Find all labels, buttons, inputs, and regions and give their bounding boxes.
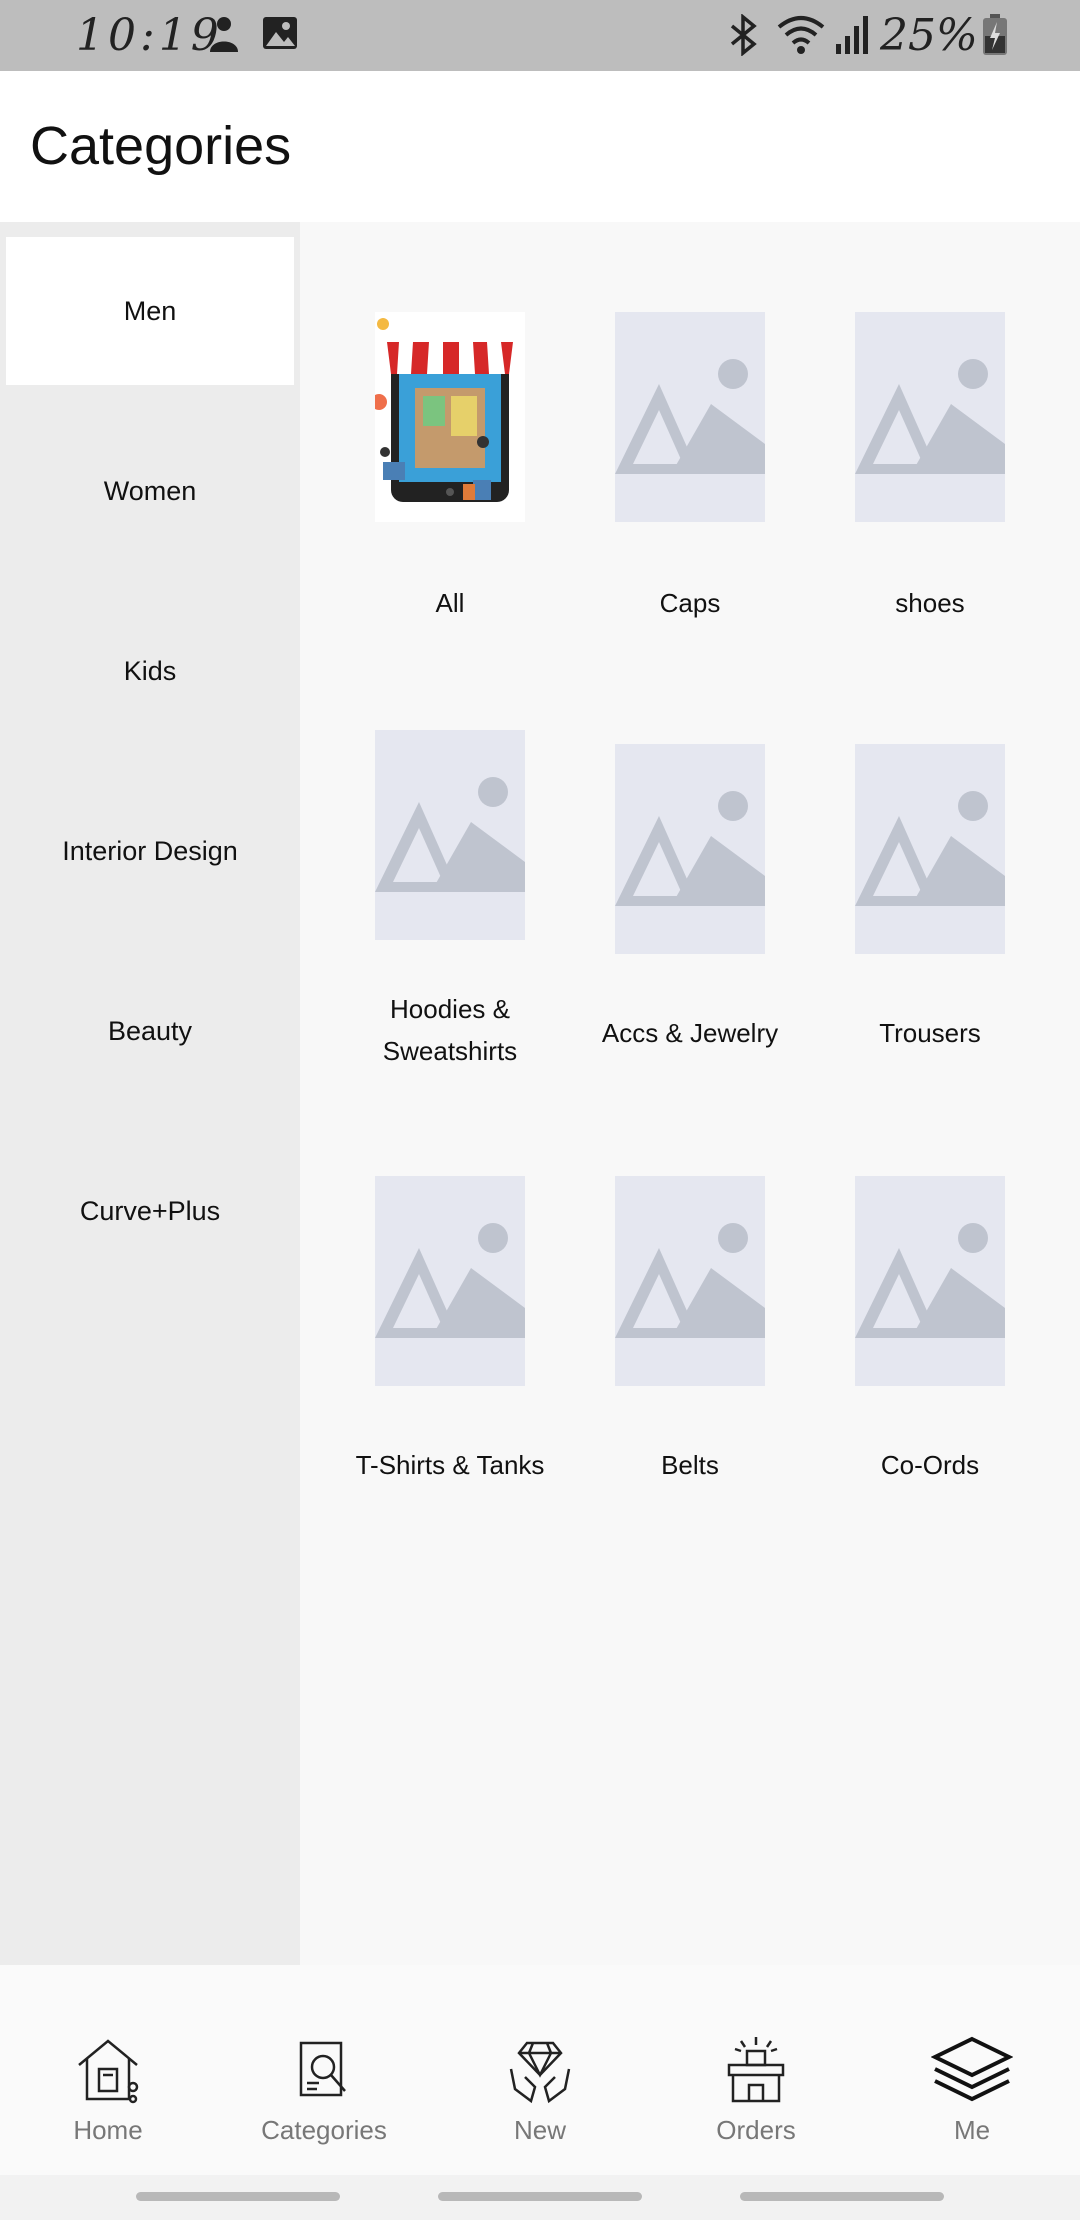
sidebar-item-beauty[interactable]: Beauty — [6, 957, 294, 1105]
signal-icon — [834, 14, 870, 61]
page-title: Categories — [30, 116, 292, 176]
category-grid: All Caps shoes Hoodies & Sweatshirts Acc… — [300, 222, 1080, 1965]
gesture-pill[interactable] — [740, 2192, 944, 2201]
category-sidebar: Men Women Kids Interior Design Beauty Cu… — [0, 222, 300, 1965]
placeholder-image-icon — [615, 744, 765, 954]
sidebar-item-label: Men — [123, 295, 177, 326]
category-tile-caps[interactable]: Caps — [570, 222, 810, 642]
nav-label: Orders — [716, 2115, 796, 2145]
category-label: Accs & Jewelry — [601, 1018, 779, 1048]
category-tile-hoodies-sweatshirts[interactable]: Hoodies & Sweatshirts — [330, 642, 570, 1082]
category-label: shoes — [895, 588, 965, 618]
category-label: T-Shirts & Tanks — [355, 1450, 545, 1480]
sidebar-item-label: Women — [103, 475, 197, 506]
nav-label: Me — [953, 2115, 991, 2145]
sidebar-item-label: Kids — [123, 655, 177, 686]
person-notification-icon — [206, 14, 242, 59]
category-tile-shoes[interactable]: shoes — [810, 222, 1050, 642]
sidebar-item-interior-design[interactable]: Interior Design — [6, 777, 294, 925]
sidebar-item-label: Curve+Plus — [79, 1195, 221, 1226]
image-notification-icon — [262, 14, 298, 57]
sidebar-item-women[interactable]: Women — [6, 417, 294, 565]
nav-item-me[interactable]: Me — [864, 1965, 1080, 2175]
category-label: Co-Ords — [880, 1450, 980, 1480]
category-tile-t-shirts-tanks[interactable]: T-Shirts & Tanks — [330, 1072, 570, 1492]
placeholder-image-icon — [375, 1176, 525, 1386]
sidebar-item-label: Interior Design — [62, 835, 238, 866]
orders-box-icon — [721, 2035, 791, 2105]
layers-icon — [930, 2035, 1014, 2105]
nav-label: New — [513, 2115, 566, 2145]
placeholder-image-icon — [615, 312, 765, 522]
category-tile-accs-jewelry[interactable]: Accs & Jewelry — [570, 642, 810, 1082]
system-gesture-bar — [0, 2175, 1080, 2220]
sidebar-item-curve-plus[interactable]: Curve+Plus — [6, 1137, 294, 1285]
gesture-pill[interactable] — [136, 2192, 340, 2201]
category-tile-all[interactable]: All — [330, 222, 570, 642]
placeholder-image-icon — [375, 730, 525, 940]
nav-item-orders[interactable]: Orders — [648, 1965, 864, 2175]
bluetooth-icon — [726, 13, 760, 61]
diamond-hands-icon — [505, 2035, 575, 2105]
bottom-navigation: Home Categories New Orders Me — [0, 1965, 1080, 2175]
category-label: All — [435, 588, 465, 618]
category-label: Belts — [661, 1450, 719, 1480]
wifi-icon — [776, 14, 826, 61]
category-label: Hoodies & Sweatshirts — [382, 994, 518, 1066]
placeholder-image-icon — [615, 1176, 765, 1386]
shop-illustration-image — [375, 312, 525, 522]
status-time: 10:19 — [76, 10, 223, 61]
home-icon — [73, 2035, 143, 2105]
placeholder-image-icon — [855, 312, 1005, 522]
placeholder-image-icon — [855, 744, 1005, 954]
nav-item-home[interactable]: Home — [0, 1965, 216, 2175]
gesture-pill[interactable] — [438, 2192, 642, 2201]
sidebar-item-label: Beauty — [107, 1015, 193, 1046]
nav-item-new[interactable]: New — [432, 1965, 648, 2175]
sidebar-item-kids[interactable]: Kids — [6, 597, 294, 745]
battery-percentage: 25% — [880, 10, 978, 61]
category-tile-co-ords[interactable]: Co-Ords — [810, 1072, 1050, 1492]
nav-item-categories[interactable]: Categories — [216, 1965, 432, 2175]
app-header: Categories — [0, 71, 1080, 222]
status-bar: 10:19 25% — [0, 0, 1080, 71]
placeholder-image-icon — [855, 1176, 1005, 1386]
nav-label: Categories — [261, 2115, 387, 2145]
category-tile-trousers[interactable]: Trousers — [810, 642, 1050, 1082]
category-label: Trousers — [879, 1018, 981, 1048]
category-tile-belts[interactable]: Belts — [570, 1072, 810, 1492]
nav-label: Home — [73, 2115, 143, 2145]
categories-search-icon — [289, 2035, 359, 2105]
category-label: Caps — [659, 588, 721, 618]
sidebar-item-men[interactable]: Men — [6, 237, 294, 385]
battery-charging-icon — [982, 14, 1008, 61]
